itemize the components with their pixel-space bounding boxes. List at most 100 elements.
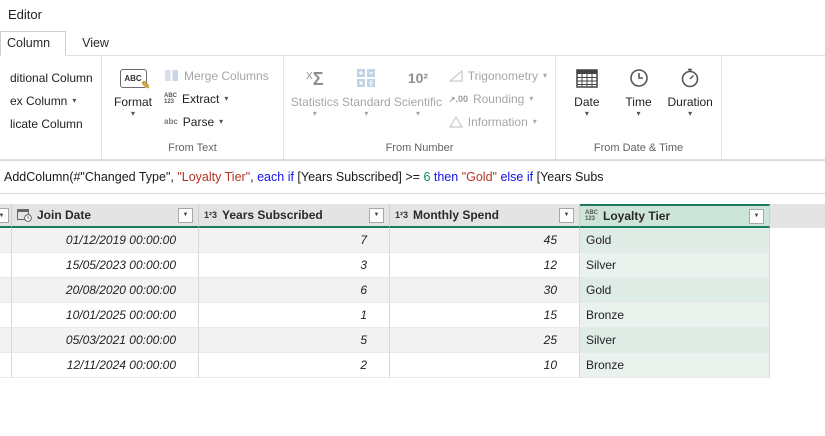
chevron-down-icon: ▾ [415, 109, 420, 118]
cell-clipped[interactable] [0, 303, 12, 328]
cell-years-subscribed[interactable]: 2 [199, 353, 390, 378]
extract-icon: ABC 123 [164, 92, 177, 105]
rounding-button[interactable]: ↗.00 Rounding ▾ [445, 87, 551, 110]
data-preview-table: ▼ Join Date ▼ 1²3 Years Subscribed ▼ 1²3 [0, 204, 825, 378]
power-query-editor-window: Editor Column View ditional Column ex Co… [0, 0, 825, 436]
cell-years-subscribed[interactable]: 6 [199, 278, 390, 303]
cell-years-subscribed[interactable]: 3 [199, 253, 390, 278]
parse-icon: abc [164, 117, 178, 126]
cell-loyalty-tier[interactable]: Bronze [580, 353, 770, 378]
filter-button[interactable]: ▼ [178, 207, 193, 223]
trigonometry-icon [448, 69, 463, 82]
cell-clipped[interactable] [0, 328, 12, 353]
cell-loyalty-tier[interactable]: Silver [580, 328, 770, 353]
filter-button[interactable]: ▼ [369, 207, 384, 223]
header-cell-years-subscribed[interactable]: 1²3 Years Subscribed ▼ [199, 204, 390, 228]
cell-monthly-spend[interactable]: 45 [390, 228, 580, 253]
cell-filler [770, 353, 825, 378]
cell-join-date[interactable]: 20/08/2020 00:00:00 [12, 278, 199, 303]
table-body: 01/12/2019 00:00:00 7 45 Gold 15/05/2023… [0, 228, 825, 378]
number-type-icon: 1²3 [204, 210, 218, 220]
cell-join-date[interactable]: 01/12/2019 00:00:00 [12, 228, 199, 253]
formula-bar: AddColumn(#"Changed Type", "Loyalty Tier… [0, 160, 825, 194]
cell-monthly-spend[interactable]: 25 [390, 328, 580, 353]
statistics-button[interactable]: ΧΣ Statistics ▾ [290, 60, 340, 142]
filter-button[interactable]: ▼ [559, 207, 574, 223]
cell-monthly-spend[interactable]: 12 [390, 253, 580, 278]
standard-button[interactable]: Standard ▾ [342, 60, 392, 142]
header-cell-clipped[interactable]: ▼ [0, 204, 12, 228]
conditional-column-button[interactable]: ditional Column [6, 66, 97, 89]
chevron-down-icon: ▾ [529, 94, 534, 103]
header-cell-loyalty-tier[interactable]: ABC 123 Loyalty Tier ▼ [580, 204, 770, 228]
filter-button[interactable]: ▼ [749, 208, 764, 224]
clock-icon [629, 69, 648, 87]
cell-loyalty-tier[interactable]: Silver [580, 253, 770, 278]
tab-view[interactable]: View [66, 32, 125, 55]
pencil-icon: ✎ [141, 79, 151, 92]
header-cell-monthly-spend[interactable]: 1²3 Monthly Spend ▼ [390, 204, 580, 228]
table-row: 12/11/2024 00:00:00 2 10 Bronze [0, 353, 825, 378]
chevron-down-icon: ▾ [219, 117, 224, 126]
cell-monthly-spend[interactable]: 10 [390, 353, 580, 378]
group-label-from-text: From Text [168, 142, 217, 154]
formula-token: "Gold" [461, 170, 501, 184]
formula-token: AddColumn(#"Changed Type", [4, 170, 178, 184]
group-label-from-datetime: From Date & Time [593, 142, 684, 154]
cell-loyalty-tier[interactable]: Gold [580, 228, 770, 253]
filter-arrow-icon: ▼ [373, 212, 380, 218]
cell-years-subscribed[interactable]: 7 [199, 228, 390, 253]
cell-join-date[interactable]: 05/03/2021 00:00:00 [12, 328, 199, 353]
formula-token: each [257, 170, 288, 184]
formula-token: then [433, 170, 462, 184]
cell-loyalty-tier[interactable]: Bronze [580, 303, 770, 328]
time-button[interactable]: Time ▾ [614, 60, 664, 142]
cell-join-date[interactable]: 12/11/2024 00:00:00 [12, 353, 199, 378]
scientific-button[interactable]: 10² Scientific ▾ [393, 60, 443, 142]
formula-token: [Years Subscribed] >= [297, 170, 424, 184]
chevron-down-icon: ▾ [72, 96, 77, 105]
format-button[interactable]: ABC ✎ Format ▾ [108, 60, 158, 142]
formula-token: else [500, 170, 527, 184]
calendar-icon [576, 69, 598, 88]
cell-filler [770, 303, 825, 328]
trigonometry-button[interactable]: Trigonometry ▾ [445, 64, 551, 87]
duplicate-column-button[interactable]: licate Column [6, 112, 97, 135]
chevron-down-icon: ▾ [364, 109, 369, 118]
cell-clipped[interactable] [0, 253, 12, 278]
header-cell-join-date[interactable]: Join Date ▼ [12, 204, 199, 228]
cell-loyalty-tier[interactable]: Gold [580, 278, 770, 303]
group-label-from-number: From Number [385, 142, 454, 154]
cell-years-subscribed[interactable]: 1 [199, 303, 390, 328]
cell-clipped[interactable] [0, 278, 12, 303]
date-button[interactable]: Date ▾ [562, 60, 612, 142]
information-button[interactable]: Information ▾ [445, 110, 551, 133]
filter-button[interactable]: ▼ [0, 208, 9, 223]
cell-filler [770, 253, 825, 278]
merge-columns-button[interactable]: Merge Columns [160, 64, 273, 87]
cell-monthly-spend[interactable]: 30 [390, 278, 580, 303]
cell-join-date[interactable]: 10/01/2025 00:00:00 [12, 303, 199, 328]
parse-button[interactable]: abc Parse ▾ [160, 110, 273, 133]
title-bar: Editor [0, 0, 825, 30]
cell-clipped[interactable] [0, 353, 12, 378]
formula-token: 6 [423, 170, 434, 184]
date-type-icon [17, 209, 32, 222]
information-icon [448, 115, 463, 128]
cell-join-date[interactable]: 15/05/2023 00:00:00 [12, 253, 199, 278]
format-icon: ABC ✎ [119, 68, 151, 92]
duration-button[interactable]: Duration ▾ [665, 60, 715, 142]
cell-monthly-spend[interactable]: 15 [390, 303, 580, 328]
extract-button[interactable]: ABC 123 Extract ▾ [160, 87, 273, 110]
chevron-down-icon: ▾ [636, 109, 641, 118]
cell-clipped[interactable] [0, 228, 12, 253]
header-filler [770, 204, 825, 228]
scientific-icon: 10² [407, 70, 429, 86]
index-column-button[interactable]: ex Column ▾ [6, 89, 97, 112]
ribbon-spacer [722, 56, 825, 159]
tab-add-column[interactable]: Column [0, 31, 67, 56]
ribbon-tab-bar: Column View [0, 30, 825, 56]
cell-years-subscribed[interactable]: 5 [199, 328, 390, 353]
merge-columns-icon [165, 70, 178, 81]
formula-input[interactable]: AddColumn(#"Changed Type", "Loyalty Tier… [0, 170, 825, 184]
